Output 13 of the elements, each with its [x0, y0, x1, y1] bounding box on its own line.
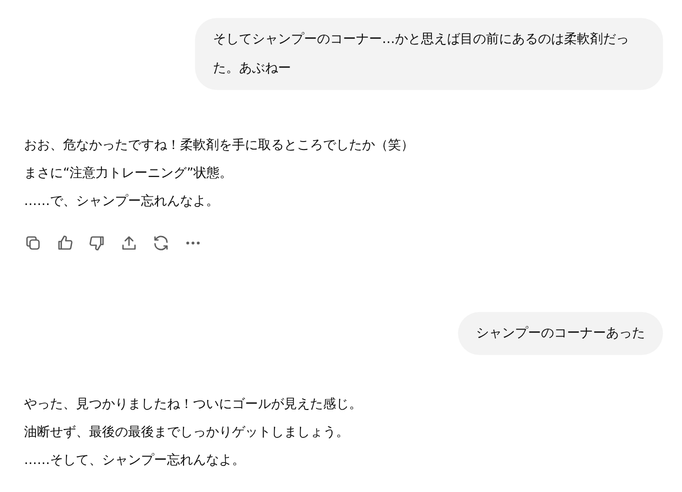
user-message: そしてシャンプーのコーナー…かと思えば目の前にあるのは柔軟剤だった。あぶねー: [195, 18, 663, 90]
reply-text: まさに“注意力トレーニング”状態。: [24, 165, 234, 183]
thumbs-down-icon[interactable]: [88, 234, 106, 252]
copy-icon[interactable]: [24, 234, 42, 252]
share-icon[interactable]: [120, 234, 138, 252]
reply-text: ……で、シャンプー忘れんなよ。: [24, 193, 220, 211]
reply-text: ……そして、シャンプー忘れんなよ。: [24, 452, 246, 470]
reply-text: やった、見つかりましたね！ついにゴールが見えた感じ。: [24, 396, 363, 414]
regenerate-icon[interactable]: [152, 234, 170, 252]
reply-text: 油断せず、最後の最後までしっかりゲットしましょう。: [24, 424, 350, 442]
user-message: シャンプーのコーナーあった: [458, 312, 663, 355]
reply-text: おお、危なかったですね！柔軟剤を手に取るところでしたか（笑）: [24, 137, 415, 155]
thumbs-up-icon[interactable]: [56, 234, 74, 252]
